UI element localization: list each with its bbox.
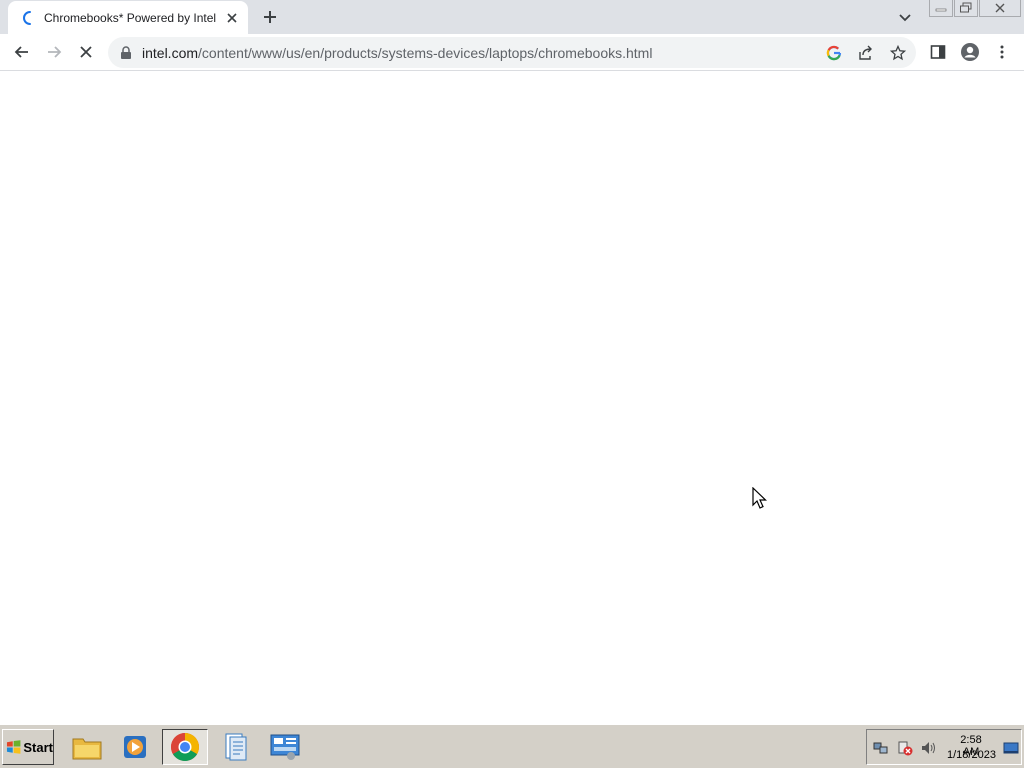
url-text: intel.com/content/www/us/en/products/sys… xyxy=(142,45,652,61)
volume-icon[interactable] xyxy=(921,740,937,756)
network-icon[interactable] xyxy=(873,740,889,756)
window-controls xyxy=(928,0,1021,18)
taskbar-control-panel[interactable] xyxy=(262,729,308,765)
loading-spinner-icon xyxy=(23,11,31,25)
back-icon xyxy=(14,46,28,58)
minimize-icon xyxy=(935,8,947,12)
taskbar-document[interactable] xyxy=(212,729,258,765)
side-panel-icon xyxy=(930,45,946,59)
control-panel-icon xyxy=(270,734,300,760)
browser-toolbar: intel.com/content/www/us/en/products/sys… xyxy=(0,34,1024,71)
action-center-alert-icon[interactable] xyxy=(897,740,913,756)
stop-loading-button[interactable] xyxy=(74,40,98,64)
profile-icon xyxy=(961,43,979,61)
taskbar: Start 2:58 AM 1/18/2023 xyxy=(0,724,1024,768)
google-icon xyxy=(826,45,842,61)
start-button[interactable]: Start xyxy=(2,729,54,765)
close-icon xyxy=(995,3,1005,13)
document-icon xyxy=(225,733,247,761)
tab-title: Chromebooks* Powered by Intel xyxy=(44,11,217,25)
forward-button[interactable] xyxy=(42,40,66,64)
windows-logo-icon xyxy=(6,740,21,754)
share-icon xyxy=(859,45,872,60)
minimize-button[interactable] xyxy=(929,0,953,17)
new-tab-button[interactable] xyxy=(258,5,282,29)
tab-close-icon[interactable] xyxy=(223,9,241,27)
tab-strip: Chromebooks* Powered by Intel xyxy=(0,0,1024,34)
address-bar[interactable]: intel.com/content/www/us/en/products/sys… xyxy=(108,37,916,68)
forward-icon xyxy=(48,46,62,58)
side-panel-button[interactable] xyxy=(926,40,950,64)
mouse-cursor-icon xyxy=(752,487,767,509)
bookmark-button[interactable] xyxy=(888,43,908,63)
profile-button[interactable] xyxy=(958,40,982,64)
taskbar-file-explorer[interactable] xyxy=(64,729,110,765)
show-desktop-icon[interactable] xyxy=(1003,740,1019,756)
restore-button[interactable] xyxy=(954,0,978,17)
tab-search-chevron-icon[interactable] xyxy=(894,6,916,28)
stop-reload-icon xyxy=(80,46,92,58)
browser-tab[interactable]: Chromebooks* Powered by Intel xyxy=(8,1,248,34)
chrome-menu-button[interactable] xyxy=(990,40,1014,64)
taskbar-media-player[interactable] xyxy=(112,729,158,765)
restore-icon xyxy=(960,2,972,13)
chrome-icon xyxy=(171,733,199,761)
url-host: intel.com xyxy=(142,45,199,61)
clock-date[interactable]: 1/18/2023 xyxy=(947,749,996,761)
start-label: Start xyxy=(23,739,53,755)
url-path: /content/www/us/en/products/systems-devi… xyxy=(198,45,653,61)
bookmark-star-icon xyxy=(890,45,906,61)
page-viewport[interactable] xyxy=(0,71,1024,724)
menu-kebab-icon xyxy=(1000,45,1004,59)
back-button[interactable] xyxy=(10,40,34,64)
lock-icon[interactable] xyxy=(120,46,132,60)
media-player-icon xyxy=(124,736,146,758)
google-lens-button[interactable] xyxy=(824,43,844,63)
close-window-button[interactable] xyxy=(979,0,1021,17)
share-button[interactable] xyxy=(856,43,876,63)
system-tray: 2:58 AM 1/18/2023 xyxy=(866,729,1022,765)
file-explorer-icon xyxy=(72,738,102,760)
taskbar-chrome[interactable] xyxy=(162,729,208,765)
